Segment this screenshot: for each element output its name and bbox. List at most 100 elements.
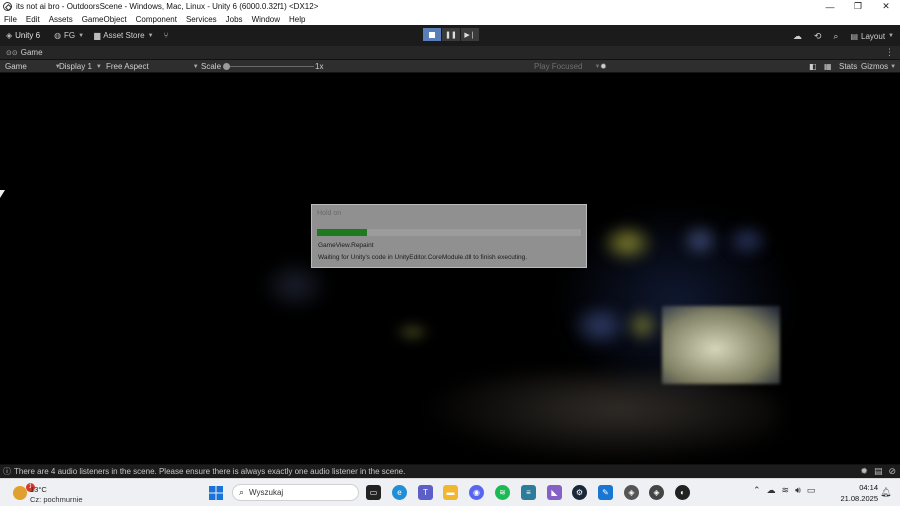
onedrive-cloud-icon[interactable]: ☁ bbox=[767, 485, 776, 496]
minimize-button[interactable]: — bbox=[816, 0, 844, 13]
menu-help[interactable]: Help bbox=[289, 15, 305, 24]
view-type-dropdown[interactable]: Game ▼ bbox=[2, 60, 64, 73]
menu-gameobject[interactable]: GameObject bbox=[82, 15, 127, 24]
play-mode-dropdown[interactable]: Play Focused ▼ bbox=[531, 60, 603, 73]
teams-icon[interactable]: T bbox=[418, 485, 433, 500]
clock-time: 04:14 bbox=[859, 483, 878, 492]
check-circle-icon[interactable]: ⊘ bbox=[888, 466, 896, 477]
menu-services[interactable]: Services bbox=[186, 15, 217, 24]
more-options-icon[interactable]: ⋮ bbox=[885, 47, 894, 58]
steam-icon[interactable]: ⚙ bbox=[572, 485, 587, 500]
scale-slider-handle[interactable] bbox=[223, 63, 230, 70]
menu-component[interactable]: Component bbox=[136, 15, 177, 24]
chevron-down-icon: ▼ bbox=[78, 32, 85, 39]
menu-assets[interactable]: Assets bbox=[49, 15, 73, 24]
task-view-icon[interactable]: ▭ bbox=[366, 485, 381, 500]
game-view-toolbar: Game ▼ Display 1 ▼ Free Aspect ▼ Scale 1… bbox=[0, 60, 900, 73]
restore-button[interactable]: ❐ bbox=[844, 0, 872, 13]
gizmos-dropdown[interactable]: Gizmos ▼ bbox=[858, 60, 899, 73]
system-tray: ⌃ ☁ ≋ 🔊︎ ▭ bbox=[753, 485, 815, 496]
pause-button[interactable]: ❚❚ bbox=[442, 28, 460, 41]
asset-import-icon[interactable]: ▤ bbox=[874, 466, 883, 477]
toolbar-right-group: ☁ ⟲ ⌕ ▤ Layout ▼ bbox=[793, 28, 894, 44]
unity-editor-taskbar-icon[interactable]: ◈ bbox=[649, 485, 664, 500]
wifi-icon[interactable]: ≋ bbox=[782, 485, 790, 496]
window-title-bar: its not ai bro - OutdoorsScene - Windows… bbox=[0, 0, 900, 13]
chevron-down-icon: ▼ bbox=[888, 33, 894, 39]
search-icon[interactable]: ⌕ bbox=[833, 31, 838, 42]
step-button[interactable]: ▶❘ bbox=[461, 28, 479, 41]
layout-dropdown[interactable]: ▤ Layout ▼ bbox=[850, 28, 894, 44]
unity-logo-icon bbox=[3, 2, 12, 11]
close-button[interactable]: ✕ bbox=[872, 0, 900, 13]
aspect-label: Free Aspect bbox=[106, 62, 149, 71]
unity-version-label: Unity 6 bbox=[15, 31, 41, 40]
weather-description: Cz: pochmurnie bbox=[30, 495, 83, 504]
chevron-down-icon: ▼ bbox=[890, 63, 897, 70]
scene-window-light bbox=[600, 223, 655, 263]
menu-bar: File Edit Assets GameObject Component Se… bbox=[0, 13, 900, 25]
view-type-label: Game bbox=[5, 62, 27, 71]
display-stats-icon[interactable]: ▦ bbox=[821, 60, 835, 73]
tab-game[interactable]: ⊙⊙ Game bbox=[0, 46, 49, 60]
account-dropdown[interactable]: ◍ FG ▼ bbox=[50, 28, 88, 44]
scene-floor-light bbox=[420, 373, 780, 463]
spotify-icon[interactable]: ≋ bbox=[495, 485, 510, 500]
windows-taskbar: 1 13°C Cz: pochmurnie ⌕ Wyszukaj ▭ e T ▬… bbox=[0, 478, 900, 506]
menu-jobs[interactable]: Jobs bbox=[226, 15, 243, 24]
app-with-notification-icon[interactable]: ◐ bbox=[675, 485, 690, 500]
asset-store-label: Asset Store bbox=[103, 31, 145, 40]
gamepad-icon: ⊙⊙ bbox=[6, 49, 18, 57]
info-icon: ⓘ bbox=[3, 467, 11, 476]
start-button[interactable] bbox=[208, 485, 223, 500]
file-explorer-icon[interactable]: ▬ bbox=[443, 485, 458, 500]
scale-slider-track[interactable] bbox=[226, 66, 314, 67]
taskbar-clock[interactable]: 04:14 21.08.2025 bbox=[838, 483, 878, 503]
bug-icon[interactable]: ✹ bbox=[597, 60, 610, 73]
mouse-cursor-icon bbox=[0, 190, 5, 198]
unity-hub-icon[interactable]: ◈ bbox=[624, 485, 639, 500]
debug-bug-icon[interactable]: ✹ bbox=[860, 466, 868, 477]
aspect-dropdown[interactable]: Free Aspect ▼ bbox=[103, 60, 202, 73]
weather-sun-icon bbox=[13, 486, 27, 500]
discord-icon[interactable]: ◉ bbox=[469, 485, 484, 500]
play-button[interactable] bbox=[423, 28, 441, 41]
history-icon[interactable]: ⟲ bbox=[814, 31, 822, 42]
shopping-bag-icon: ▆ bbox=[94, 31, 101, 40]
play-mode-label: Play Focused bbox=[534, 62, 583, 71]
scale-value: 1x bbox=[315, 62, 324, 71]
audio-mute-icon[interactable]: ◧ bbox=[806, 60, 820, 73]
dialog-title: Hold on bbox=[317, 210, 342, 217]
hold-on-progress-dialog: Hold on GameView.Repaint Waiting for Uni… bbox=[311, 204, 587, 268]
scene-window-light bbox=[725, 223, 770, 258]
scene-lamp-light bbox=[395, 325, 430, 339]
paint-app-icon[interactable]: ✎ bbox=[598, 485, 613, 500]
battery-icon[interactable]: ▭ bbox=[807, 485, 816, 496]
notepad-icon[interactable]: ≡ bbox=[521, 485, 536, 500]
chevron-down-icon: ▼ bbox=[95, 63, 102, 70]
asset-store-dropdown[interactable]: ▆ Asset Store ▼ bbox=[90, 28, 157, 44]
layout-label: Layout bbox=[861, 31, 886, 41]
account-label: FG bbox=[64, 31, 76, 40]
cloud-icon[interactable]: ☁ bbox=[793, 31, 802, 42]
menu-window[interactable]: Window bbox=[252, 15, 280, 24]
unity-account-button[interactable]: ◈ Unity 6 bbox=[2, 28, 44, 44]
tab-game-label: Game bbox=[20, 48, 43, 57]
unity-cube-icon: ◈ bbox=[6, 31, 13, 40]
visual-studio-icon[interactable]: ◣ bbox=[547, 485, 562, 500]
version-control-button[interactable]: ⑂ bbox=[160, 28, 176, 44]
edge-browser-icon[interactable]: e bbox=[392, 485, 407, 500]
menu-edit[interactable]: Edit bbox=[26, 15, 40, 24]
stats-button[interactable]: Stats bbox=[836, 60, 860, 73]
display-dropdown[interactable]: Display 1 ▼ bbox=[56, 60, 105, 73]
chevron-up-icon[interactable]: ⌃ bbox=[753, 485, 761, 496]
user-icon: ◍ bbox=[54, 31, 62, 40]
volume-icon[interactable]: 🔊︎ bbox=[795, 485, 801, 496]
weather-widget[interactable]: 1 13°C Cz: pochmurnie bbox=[10, 482, 90, 504]
game-viewport[interactable] bbox=[0, 73, 900, 464]
taskbar-search-box[interactable]: ⌕ Wyszukaj bbox=[232, 484, 359, 501]
menu-file[interactable]: File bbox=[4, 15, 17, 24]
console-status-bar[interactable]: ⓘ There are 4 audio listeners in the sce… bbox=[0, 464, 900, 478]
window-title: its not ai bro - OutdoorsScene - Windows… bbox=[16, 2, 319, 11]
notifications-bell-icon[interactable]: 🔔︎ bbox=[880, 487, 891, 498]
